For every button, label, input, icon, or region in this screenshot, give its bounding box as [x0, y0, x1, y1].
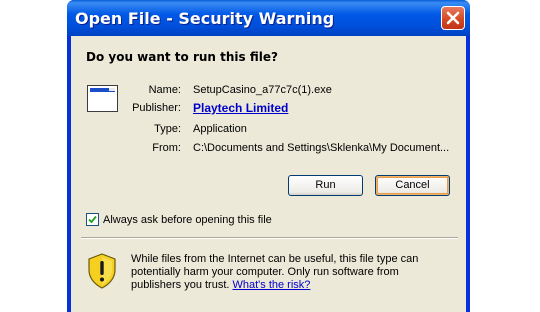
- file-source-value: C:\Documents and Settings\Sklenka\My Doc…: [193, 142, 450, 154]
- window-title: Open File - Security Warning: [75, 9, 335, 28]
- dialog-client-area: Do you want to run this file? Name: Setu…: [71, 36, 466, 312]
- type-label: Type:: [154, 123, 181, 135]
- security-warning-message: While files from the Internet can be use…: [131, 253, 451, 292]
- file-name-value: SetupCasino_a77c7c(1).exe: [193, 84, 332, 96]
- security-shield-icon: [87, 253, 117, 289]
- run-question: Do you want to run this file?: [86, 50, 278, 64]
- cancel-button[interactable]: Cancel: [375, 175, 450, 196]
- publisher-link[interactable]: Playtech Limited: [193, 101, 288, 115]
- always-ask-option[interactable]: Always ask before opening this file: [86, 213, 272, 226]
- title-bar[interactable]: Open File - Security Warning: [67, 0, 470, 36]
- name-label: Name:: [148, 84, 181, 96]
- publisher-label: Publisher:: [132, 102, 181, 114]
- whats-the-risk-link[interactable]: What's the risk?: [233, 279, 311, 291]
- always-ask-label[interactable]: Always ask before opening this file: [103, 214, 272, 226]
- security-warning-dialog: Open File - Security Warning Do you want…: [67, 0, 470, 312]
- from-label: From:: [152, 142, 181, 154]
- run-button[interactable]: Run: [288, 175, 363, 196]
- checkmark-icon: [88, 215, 97, 224]
- separator: [81, 237, 458, 239]
- always-ask-checkbox[interactable]: [86, 213, 99, 226]
- file-type-value: Application: [193, 123, 247, 135]
- close-icon: [446, 11, 460, 25]
- close-button[interactable]: [441, 6, 465, 30]
